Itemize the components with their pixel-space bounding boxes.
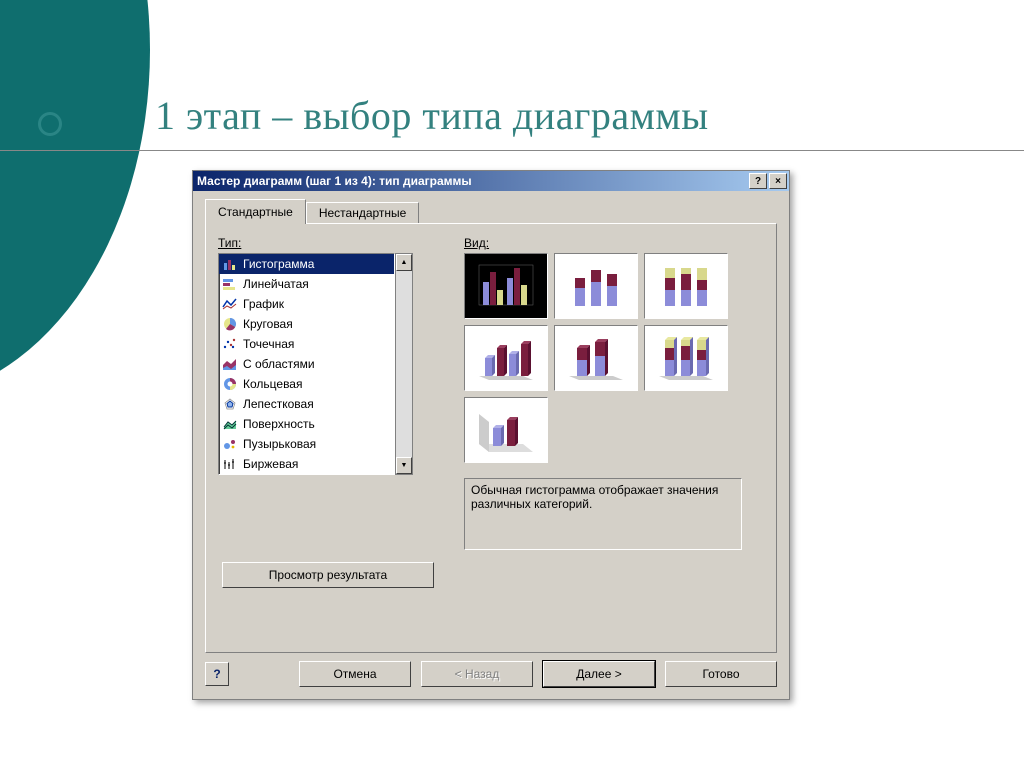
chart-type-item-doughnut[interactable]: Кольцевая — [219, 374, 394, 394]
dialog-title: Мастер диаграмм (шаг 1 из 4): тип диагра… — [197, 174, 749, 188]
column-chart-icon — [221, 255, 239, 273]
next-button[interactable]: Далее > — [543, 661, 655, 687]
surface-chart-icon — [221, 415, 239, 433]
subtype-3d-clustered-column[interactable] — [464, 325, 548, 391]
footer-help-button[interactable]: ? — [205, 662, 229, 686]
tab-panel-standard: Тип: Гистограмма — [205, 223, 777, 653]
back-button[interactable]: < Назад — [421, 661, 533, 687]
slide-decor-arc — [0, 0, 150, 400]
chart-type-item-line[interactable]: График — [219, 294, 394, 314]
chart-type-item-radar[interactable]: Лепестковая — [219, 394, 394, 414]
scroll-up-button[interactable]: ▲ — [396, 254, 412, 271]
chart-subtype-grid — [464, 253, 728, 463]
subtype-stacked-column[interactable] — [554, 253, 638, 319]
chart-type-label: С областями — [243, 357, 315, 371]
chart-type-label: Гистограмма — [243, 257, 314, 271]
scatter-chart-icon — [221, 335, 239, 353]
chart-type-label: Кольцевая — [243, 377, 302, 391]
scroll-track[interactable] — [396, 271, 412, 457]
help-icon: ? — [213, 667, 220, 681]
chart-type-label: Биржевая — [243, 457, 298, 471]
chart-type-label: Круговая — [243, 317, 293, 331]
chart-type-item-pie[interactable]: Круговая — [219, 314, 394, 334]
subtype-clustered-column[interactable] — [464, 253, 548, 319]
tabstrip: Стандартные Нестандартные — [205, 199, 777, 223]
chart-type-label: График — [243, 297, 284, 311]
tab-standard[interactable]: Стандартные — [205, 199, 306, 224]
subtype-description: Обычная гистограмма отображает значения … — [464, 478, 742, 550]
tab-custom[interactable]: Нестандартные — [306, 202, 420, 223]
chart-type-item-stock[interactable]: Биржевая — [219, 454, 394, 474]
chart-type-listbox[interactable]: Гистограмма Линейчатая Гра — [218, 253, 395, 475]
subtype-3d-column[interactable] — [464, 397, 548, 463]
radar-chart-icon — [221, 395, 239, 413]
finish-button[interactable]: Готово — [665, 661, 777, 687]
chart-type-label: Поверхность — [243, 417, 315, 431]
dialog-titlebar[interactable]: Мастер диаграмм (шаг 1 из 4): тип диагра… — [193, 171, 789, 191]
chart-type-item-bubble[interactable]: Пузырьковая — [219, 434, 394, 454]
preview-result-button[interactable]: Просмотр результата — [222, 562, 434, 588]
bar-chart-icon — [221, 275, 239, 293]
chart-type-item-column[interactable]: Гистограмма — [219, 254, 394, 274]
view-label: Вид: — [464, 236, 728, 250]
chart-type-label: Пузырьковая — [243, 437, 316, 451]
subtype-100pct-stacked-column[interactable] — [644, 253, 728, 319]
area-chart-icon — [221, 355, 239, 373]
slide-bullet-icon — [38, 112, 62, 136]
stock-chart-icon — [221, 455, 239, 473]
line-chart-icon — [221, 295, 239, 313]
subtype-3d-100pct-stacked-column[interactable] — [644, 325, 728, 391]
scroll-down-button[interactable]: ▼ — [396, 457, 412, 474]
chart-type-item-bar[interactable]: Линейчатая — [219, 274, 394, 294]
chart-type-item-area[interactable]: С областями — [219, 354, 394, 374]
doughnut-chart-icon — [221, 375, 239, 393]
pie-chart-icon — [221, 315, 239, 333]
chart-type-item-surface[interactable]: Поверхность — [219, 414, 394, 434]
titlebar-close-button[interactable]: × — [769, 173, 787, 189]
slide-title: 1 этап – выбор типа диаграммы — [155, 92, 709, 139]
chart-type-item-scatter[interactable]: Точечная — [219, 334, 394, 354]
bubble-chart-icon — [221, 435, 239, 453]
chart-wizard-dialog: Мастер диаграмм (шаг 1 из 4): тип диагра… — [192, 170, 790, 700]
subtype-3d-stacked-column[interactable] — [554, 325, 638, 391]
slide-title-underline — [0, 150, 1024, 151]
chart-type-label: Линейчатая — [243, 277, 309, 291]
chart-type-label: Лепестковая — [243, 397, 314, 411]
titlebar-help-button[interactable]: ? — [749, 173, 767, 189]
cancel-button[interactable]: Отмена — [299, 661, 411, 687]
chart-type-label: Точечная — [243, 337, 294, 351]
listbox-scrollbar[interactable]: ▲ ▼ — [395, 253, 413, 475]
